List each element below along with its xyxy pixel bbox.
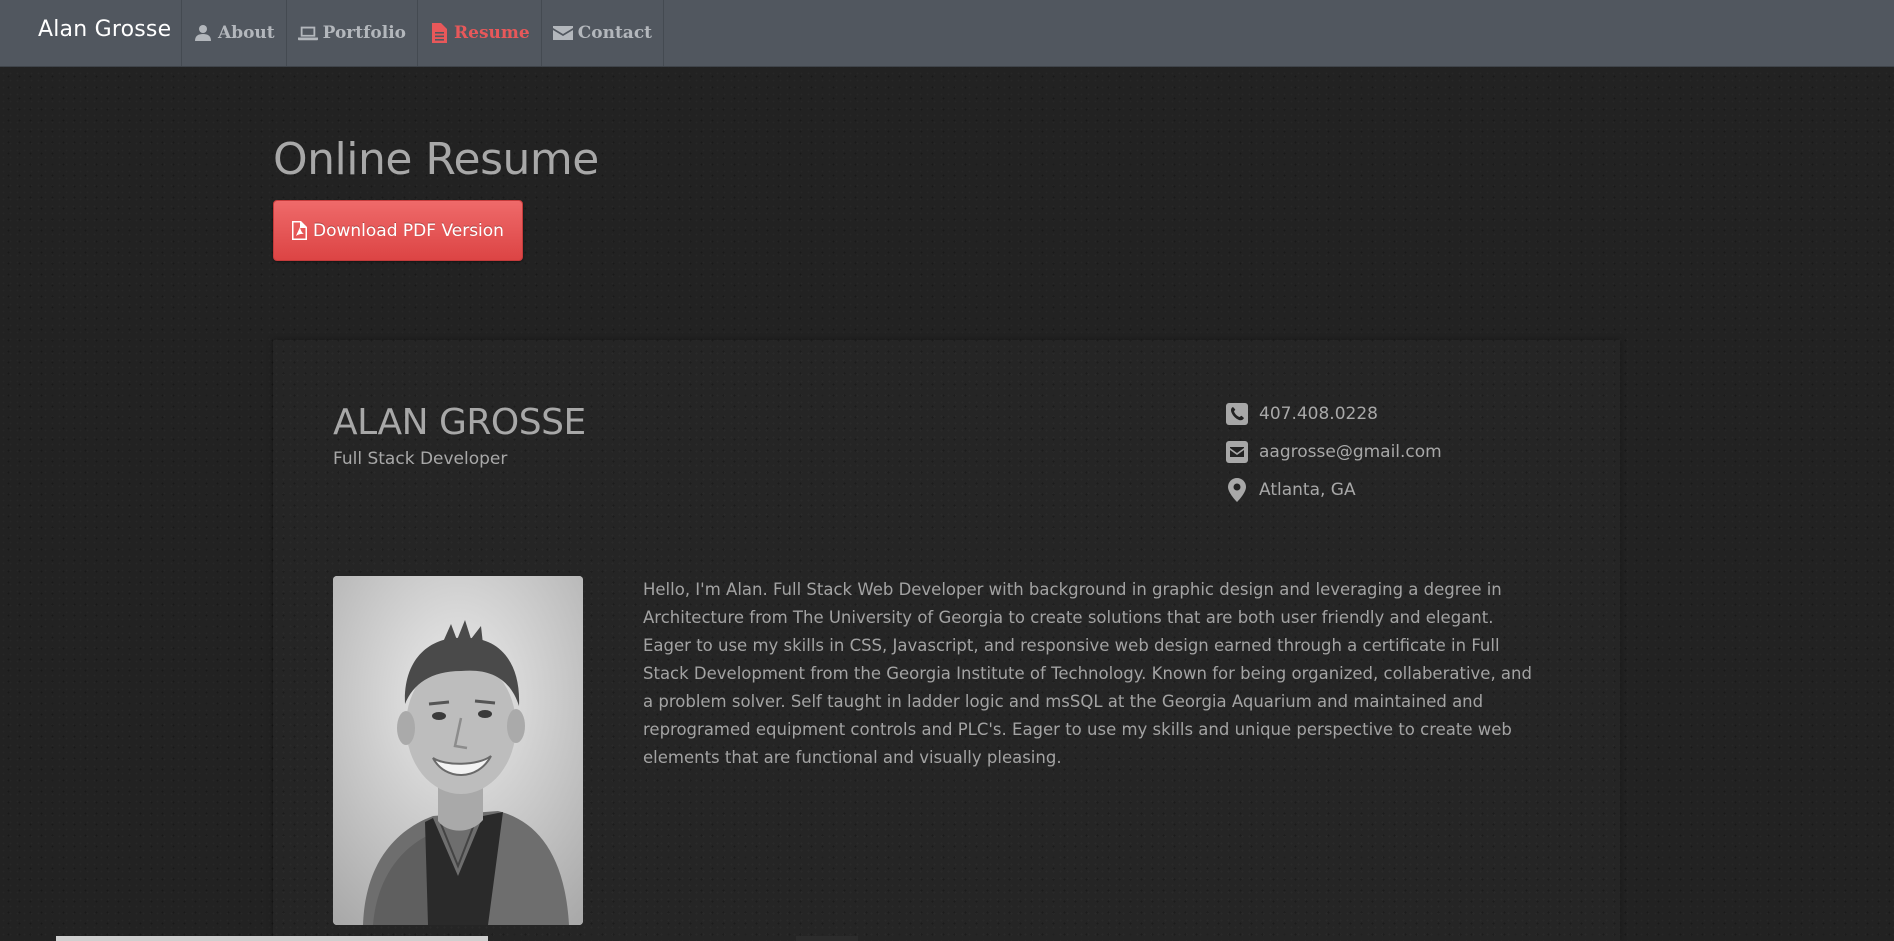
file-icon <box>429 23 449 43</box>
resume-bio: Hello, I'm Alan. Full Stack Web Develope… <box>643 580 1532 767</box>
download-pdf-button[interactable]: Download PDF Version <box>273 200 523 261</box>
map-marker-icon <box>1225 478 1249 502</box>
contact-email-text[interactable]: aagrosse@gmail.com <box>1259 442 1442 462</box>
contact-phone-text: 407.408.0228 <box>1259 404 1378 424</box>
envelope-icon <box>552 23 573 43</box>
profile-photo <box>333 576 583 925</box>
resume-name: ALAN GROSSE <box>333 402 586 443</box>
page-title: Online Resume <box>273 134 599 185</box>
nav-menu: About Portfolio Resume Contact <box>181 0 665 66</box>
contact-phone: 407.408.0228 <box>1225 402 1378 426</box>
nav-item-portfolio[interactable]: Portfolio <box>287 0 419 66</box>
nav-item-label: Portfolio <box>322 23 407 43</box>
horizontal-scrollbar[interactable] <box>56 936 488 941</box>
nav-item-resume[interactable]: Resume <box>418 0 542 66</box>
laptop-icon <box>297 23 318 43</box>
contact-email: aagrosse@gmail.com <box>1225 440 1442 464</box>
brand-link[interactable]: Alan Grosse <box>38 17 171 42</box>
user-icon <box>193 23 213 43</box>
file-pdf-icon <box>292 221 308 240</box>
contact-location-text: Atlanta, GA <box>1259 480 1356 500</box>
navbar: Alan Grosse About Portfolio Resume Conta… <box>0 0 1894 67</box>
contact-location: Atlanta, GA <box>1225 478 1356 502</box>
envelope-square-icon <box>1225 440 1249 464</box>
nav-item-label: Contact <box>577 23 653 43</box>
nav-item-label: About <box>218 23 275 43</box>
download-pdf-label: Download PDF Version <box>313 220 504 241</box>
footer-divider <box>796 936 858 941</box>
phone-icon <box>1225 402 1249 426</box>
nav-item-contact[interactable]: Contact <box>542 0 665 66</box>
resume-role: Full Stack Developer <box>333 449 508 469</box>
nav-item-about[interactable]: About <box>182 0 287 66</box>
nav-item-label: Resume <box>454 23 530 43</box>
